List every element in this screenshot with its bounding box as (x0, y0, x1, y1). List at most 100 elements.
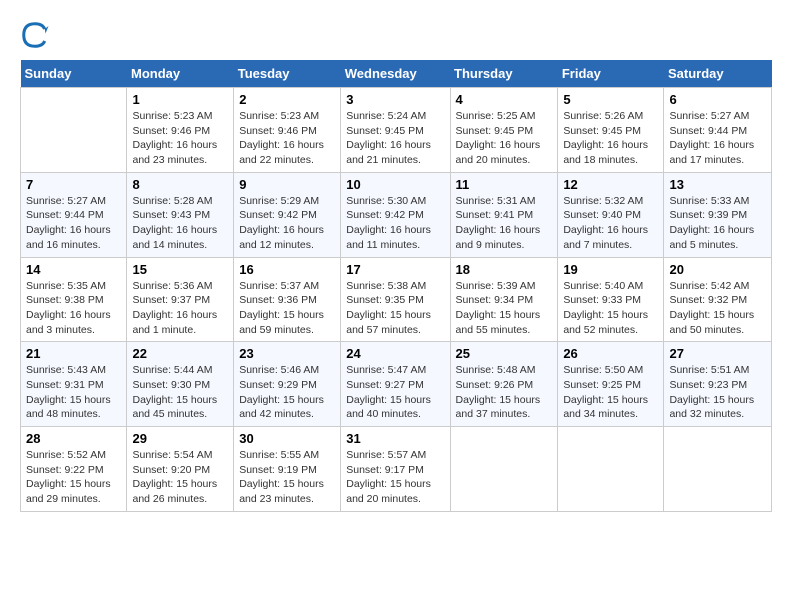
calendar-cell: 5 Sunrise: 5:26 AM Sunset: 9:45 PM Daylig… (558, 88, 664, 173)
day-number: 23 (239, 346, 335, 361)
day-info: Sunrise: 5:52 AM Sunset: 9:22 PM Dayligh… (26, 448, 121, 507)
calendar-cell (450, 427, 558, 512)
calendar-cell: 22 Sunrise: 5:44 AM Sunset: 9:30 PM Dayli… (127, 342, 234, 427)
day-info: Sunrise: 5:44 AM Sunset: 9:30 PM Dayligh… (132, 363, 228, 422)
day-number: 8 (132, 177, 228, 192)
calendar-cell: 3 Sunrise: 5:24 AM Sunset: 9:45 PM Daylig… (341, 88, 450, 173)
day-info: Sunrise: 5:35 AM Sunset: 9:38 PM Dayligh… (26, 279, 121, 338)
day-info: Sunrise: 5:50 AM Sunset: 9:25 PM Dayligh… (563, 363, 658, 422)
day-number: 3 (346, 92, 444, 107)
calendar-cell: 16 Sunrise: 5:37 AM Sunset: 9:36 PM Dayli… (234, 257, 341, 342)
weekday-header-sunday: Sunday (21, 60, 127, 88)
day-info: Sunrise: 5:57 AM Sunset: 9:17 PM Dayligh… (346, 448, 444, 507)
day-info: Sunrise: 5:32 AM Sunset: 9:40 PM Dayligh… (563, 194, 658, 253)
weekday-header-thursday: Thursday (450, 60, 558, 88)
day-info: Sunrise: 5:47 AM Sunset: 9:27 PM Dayligh… (346, 363, 444, 422)
day-number: 9 (239, 177, 335, 192)
day-info: Sunrise: 5:23 AM Sunset: 9:46 PM Dayligh… (239, 109, 335, 168)
calendar-cell: 21 Sunrise: 5:43 AM Sunset: 9:31 PM Dayli… (21, 342, 127, 427)
weekday-header-tuesday: Tuesday (234, 60, 341, 88)
calendar-cell: 2 Sunrise: 5:23 AM Sunset: 9:46 PM Daylig… (234, 88, 341, 173)
day-number: 27 (669, 346, 766, 361)
day-info: Sunrise: 5:51 AM Sunset: 9:23 PM Dayligh… (669, 363, 766, 422)
calendar-cell: 28 Sunrise: 5:52 AM Sunset: 9:22 PM Dayli… (21, 427, 127, 512)
calendar-cell: 30 Sunrise: 5:55 AM Sunset: 9:19 PM Dayli… (234, 427, 341, 512)
day-number: 17 (346, 262, 444, 277)
day-info: Sunrise: 5:25 AM Sunset: 9:45 PM Dayligh… (456, 109, 553, 168)
calendar-cell: 7Sunrise: 5:27 AM Sunset: 9:44 PM Daylig… (21, 172, 127, 257)
day-info: Sunrise: 5:38 AM Sunset: 9:35 PM Dayligh… (346, 279, 444, 338)
calendar-cell: 13 Sunrise: 5:33 AM Sunset: 9:39 PM Dayli… (664, 172, 772, 257)
calendar-week-2: 7Sunrise: 5:27 AM Sunset: 9:44 PM Daylig… (21, 172, 772, 257)
calendar-cell: 29 Sunrise: 5:54 AM Sunset: 9:20 PM Dayli… (127, 427, 234, 512)
day-number: 28 (26, 431, 121, 446)
day-number: 20 (669, 262, 766, 277)
logo (20, 20, 52, 50)
day-info: Sunrise: 5:37 AM Sunset: 9:36 PM Dayligh… (239, 279, 335, 338)
calendar-cell: 19 Sunrise: 5:40 AM Sunset: 9:33 PM Dayli… (558, 257, 664, 342)
day-info: Sunrise: 5:36 AM Sunset: 9:37 PM Dayligh… (132, 279, 228, 338)
calendar-cell: 9Sunrise: 5:29 AM Sunset: 9:42 PM Daylig… (234, 172, 341, 257)
day-number: 21 (26, 346, 121, 361)
calendar-cell: 15 Sunrise: 5:36 AM Sunset: 9:37 PM Dayli… (127, 257, 234, 342)
day-number: 30 (239, 431, 335, 446)
day-info: Sunrise: 5:26 AM Sunset: 9:45 PM Dayligh… (563, 109, 658, 168)
weekday-header-monday: Monday (127, 60, 234, 88)
day-number: 12 (563, 177, 658, 192)
calendar-cell: 6 Sunrise: 5:27 AM Sunset: 9:44 PM Daylig… (664, 88, 772, 173)
calendar-cell: 24 Sunrise: 5:47 AM Sunset: 9:27 PM Dayli… (341, 342, 450, 427)
weekday-header-wednesday: Wednesday (341, 60, 450, 88)
day-info: Sunrise: 5:54 AM Sunset: 9:20 PM Dayligh… (132, 448, 228, 507)
day-number: 22 (132, 346, 228, 361)
calendar-cell (21, 88, 127, 173)
day-number: 5 (563, 92, 658, 107)
calendar-cell: 17 Sunrise: 5:38 AM Sunset: 9:35 PM Dayli… (341, 257, 450, 342)
day-number: 14 (26, 262, 121, 277)
calendar-cell: 18Sunrise: 5:39 AM Sunset: 9:34 PM Dayli… (450, 257, 558, 342)
day-number: 13 (669, 177, 766, 192)
day-info: Sunrise: 5:31 AM Sunset: 9:41 PM Dayligh… (456, 194, 553, 253)
calendar-cell: 23 Sunrise: 5:46 AM Sunset: 9:29 PM Dayli… (234, 342, 341, 427)
day-number: 10 (346, 177, 444, 192)
day-number: 6 (669, 92, 766, 107)
calendar-cell: 8 Sunrise: 5:28 AM Sunset: 9:43 PM Daylig… (127, 172, 234, 257)
weekday-header-saturday: Saturday (664, 60, 772, 88)
calendar-cell (558, 427, 664, 512)
day-info: Sunrise: 5:30 AM Sunset: 9:42 PM Dayligh… (346, 194, 444, 253)
day-info: Sunrise: 5:42 AM Sunset: 9:32 PM Dayligh… (669, 279, 766, 338)
weekday-header-friday: Friday (558, 60, 664, 88)
day-number: 16 (239, 262, 335, 277)
calendar-cell: 25Sunrise: 5:48 AM Sunset: 9:26 PM Dayli… (450, 342, 558, 427)
day-info: Sunrise: 5:40 AM Sunset: 9:33 PM Dayligh… (563, 279, 658, 338)
day-info: Sunrise: 5:27 AM Sunset: 9:44 PM Dayligh… (26, 194, 121, 253)
day-info: Sunrise: 5:28 AM Sunset: 9:43 PM Dayligh… (132, 194, 228, 253)
day-number: 2 (239, 92, 335, 107)
calendar-cell: 12 Sunrise: 5:32 AM Sunset: 9:40 PM Dayli… (558, 172, 664, 257)
day-number: 15 (132, 262, 228, 277)
calendar-cell: 14 Sunrise: 5:35 AM Sunset: 9:38 PM Dayli… (21, 257, 127, 342)
day-info: Sunrise: 5:27 AM Sunset: 9:44 PM Dayligh… (669, 109, 766, 168)
day-number: 29 (132, 431, 228, 446)
calendar-cell: 1 Sunrise: 5:23 AM Sunset: 9:46 PM Daylig… (127, 88, 234, 173)
day-info: Sunrise: 5:24 AM Sunset: 9:45 PM Dayligh… (346, 109, 444, 168)
calendar-cell (664, 427, 772, 512)
day-info: Sunrise: 5:39 AM Sunset: 9:34 PM Dayligh… (456, 279, 553, 338)
day-info: Sunrise: 5:55 AM Sunset: 9:19 PM Dayligh… (239, 448, 335, 507)
calendar-week-5: 28 Sunrise: 5:52 AM Sunset: 9:22 PM Dayli… (21, 427, 772, 512)
page-header (20, 20, 772, 50)
day-info: Sunrise: 5:23 AM Sunset: 9:46 PM Dayligh… (132, 109, 228, 168)
day-info: Sunrise: 5:33 AM Sunset: 9:39 PM Dayligh… (669, 194, 766, 253)
calendar-week-3: 14 Sunrise: 5:35 AM Sunset: 9:38 PM Dayli… (21, 257, 772, 342)
day-number: 4 (456, 92, 553, 107)
day-number: 19 (563, 262, 658, 277)
calendar-cell: 4 Sunrise: 5:25 AM Sunset: 9:45 PM Daylig… (450, 88, 558, 173)
day-number: 26 (563, 346, 658, 361)
logo-icon (20, 20, 50, 50)
calendar-cell: 27 Sunrise: 5:51 AM Sunset: 9:23 PM Dayli… (664, 342, 772, 427)
day-number: 1 (132, 92, 228, 107)
day-info: Sunrise: 5:43 AM Sunset: 9:31 PM Dayligh… (26, 363, 121, 422)
day-number: 24 (346, 346, 444, 361)
calendar-cell: 10 Sunrise: 5:30 AM Sunset: 9:42 PM Dayli… (341, 172, 450, 257)
day-info: Sunrise: 5:46 AM Sunset: 9:29 PM Dayligh… (239, 363, 335, 422)
calendar-cell: 31Sunrise: 5:57 AM Sunset: 9:17 PM Dayli… (341, 427, 450, 512)
